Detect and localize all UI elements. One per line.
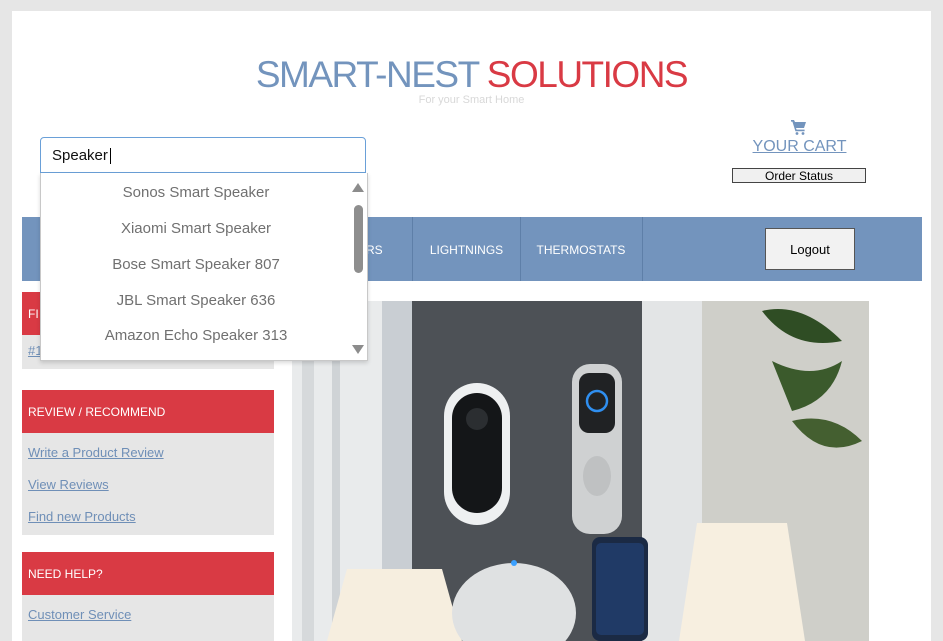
nav-divider: [642, 217, 643, 281]
nav-item-lightnings[interactable]: LIGHTNINGS: [413, 217, 520, 281]
sidebar-section-help: NEED HELP? Customer Service: [22, 552, 274, 641]
customer-service-link[interactable]: Customer Service: [22, 602, 274, 634]
suggestion-item[interactable]: Bose Smart Speaker 807: [41, 256, 351, 273]
cart-link[interactable]: YOUR CART: [712, 117, 887, 156]
suggestion-item[interactable]: Amazon Echo Speaker 313: [41, 327, 351, 344]
search-input[interactable]: [41, 138, 352, 172]
search-suggestions: Sonos Smart Speaker Xiaomi Smart Speaker…: [40, 173, 368, 361]
suggestion-item[interactable]: Xiaomi Smart Speaker: [41, 220, 351, 237]
nav-item-thermostats[interactable]: THERMOSTATS: [521, 217, 641, 281]
text-caret: [110, 148, 111, 164]
order-status-button[interactable]: Order Status: [732, 168, 866, 183]
hero-product-image: [292, 301, 869, 641]
cart-icon: [791, 120, 806, 135]
brand-name-part1: SMART-NEST: [255, 54, 480, 95]
view-reviews-link[interactable]: View Reviews: [22, 472, 274, 504]
search-field-wrapper: [40, 137, 366, 173]
sidebar-heading-help: NEED HELP?: [22, 552, 274, 595]
scrollbar-thumb[interactable]: [354, 205, 363, 273]
brand-logo: SMART-NEST SOLUTIONS: [12, 53, 931, 97]
scroll-down-icon[interactable]: [352, 345, 364, 354]
suggestion-item[interactable]: JBL Smart Speaker 636: [41, 292, 351, 309]
find-products-link[interactable]: Find new Products: [22, 504, 274, 536]
page: SMART-NEST SOLUTIONS For your Smart Home…: [12, 11, 931, 641]
sidebar-section-review: REVIEW / RECOMMEND Write a Product Revie…: [22, 390, 274, 535]
brand-tagline: For your Smart Home: [418, 94, 525, 106]
brand-name-part2: SOLUTIONS: [486, 54, 689, 95]
cart-label[interactable]: YOUR CART: [712, 138, 887, 156]
suggestion-item[interactable]: Sonos Smart Speaker: [41, 184, 351, 201]
sidebar-heading-review: REVIEW / RECOMMEND: [22, 390, 274, 433]
scroll-up-icon[interactable]: [352, 183, 364, 192]
write-review-link[interactable]: Write a Product Review: [22, 440, 274, 472]
logout-button[interactable]: Logout: [765, 228, 855, 270]
